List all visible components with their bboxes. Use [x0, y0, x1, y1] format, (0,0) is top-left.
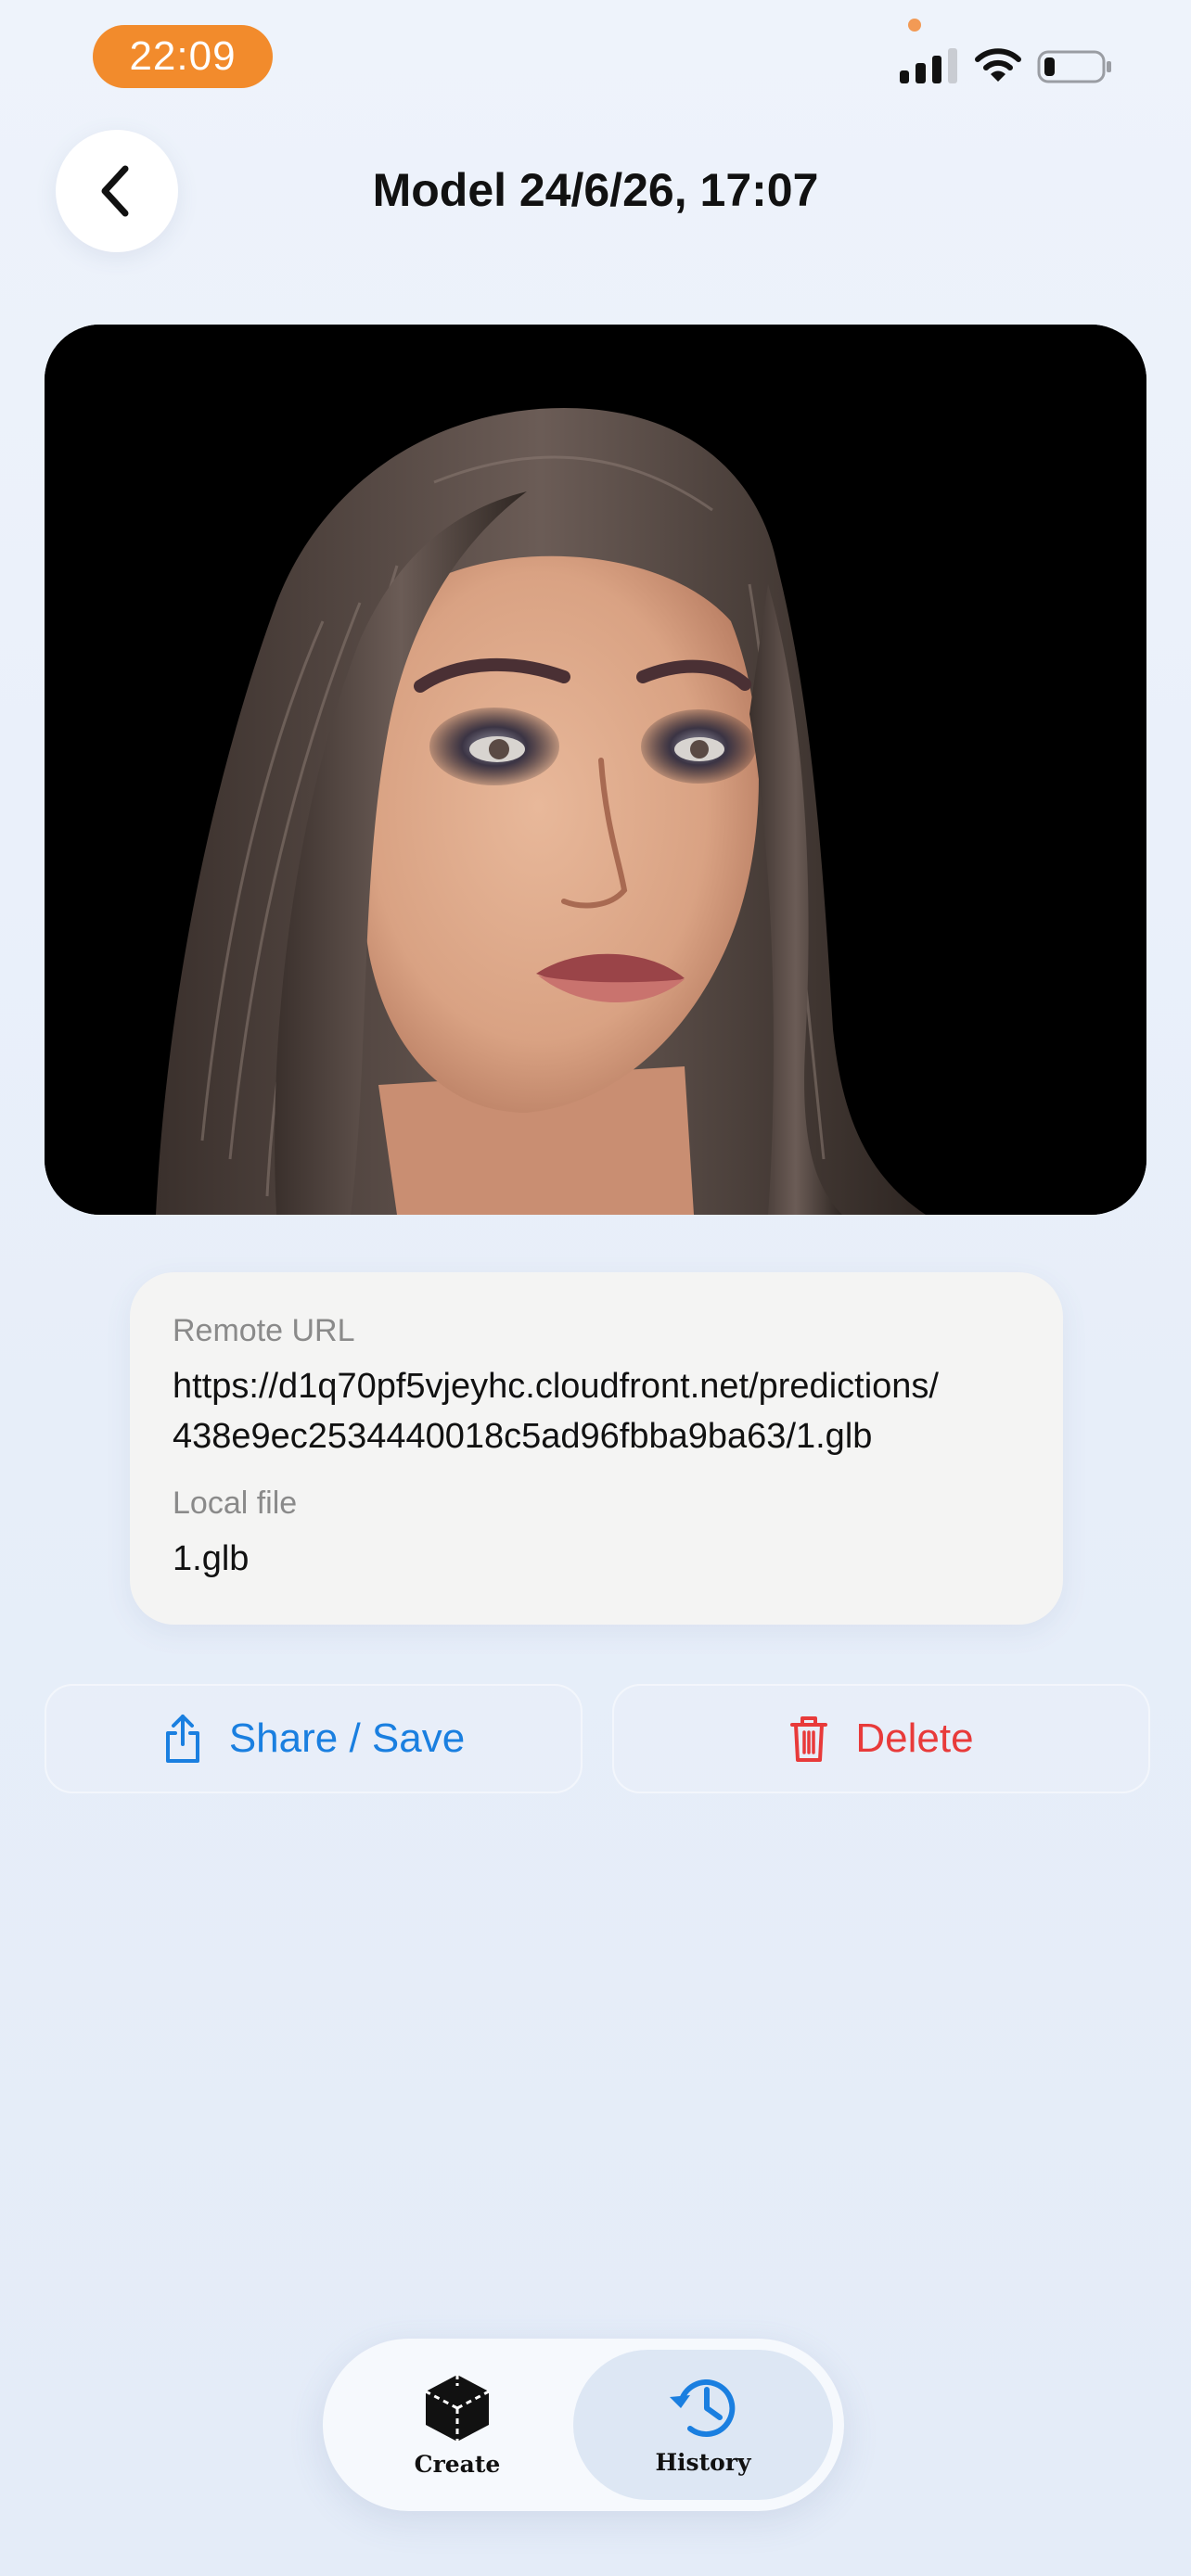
remote-url-line-1: https://d1q70pf5vjeyhc.cloudfront.net/pr… [173, 1367, 939, 1406]
status-time: 22:09 [93, 25, 273, 88]
tab-create-label: Create [414, 2450, 501, 2478]
local-file-value: 1.glb [173, 1539, 250, 1578]
cube-icon [425, 2374, 490, 2442]
model-info-card: Remote URL https://d1q70pf5vjeyhc.cloudf… [130, 1272, 1063, 1625]
trash-icon [790, 1716, 828, 1762]
local-file-label: Local file [173, 1486, 298, 1521]
tab-history[interactable]: History [573, 2350, 833, 2500]
privacy-indicator-dot [908, 19, 921, 32]
3d-model-render-image [45, 325, 1146, 1215]
model-preview[interactable] [45, 325, 1146, 1215]
tab-create[interactable]: Create [336, 2350, 579, 2500]
share-save-button[interactable]: Share / Save [45, 1684, 583, 1793]
wifi-icon [975, 48, 1021, 82]
delete-button[interactable]: Delete [612, 1684, 1150, 1793]
share-save-label: Share / Save [228, 1715, 466, 1761]
remote-url-value[interactable]: https://d1q70pf5vjeyhc.cloudfront.net/pr… [173, 1361, 1044, 1461]
cellular-signal-icon [900, 46, 957, 83]
battery-icon [1037, 50, 1111, 83]
share-icon [165, 1715, 199, 1763]
page-title: Model 24/6/26, 17:07 [372, 164, 819, 216]
tab-history-label: History [655, 2448, 751, 2476]
remote-url-line-2: 438e9ec2534440018c5ad96fbba9ba63/1.glb [173, 1417, 873, 1456]
bottom-tab-bar: Create History [323, 2339, 844, 2511]
delete-label: Delete [855, 1715, 974, 1761]
remote-url-label: Remote URL [173, 1313, 355, 1348]
history-clock-icon [670, 2378, 736, 2437]
